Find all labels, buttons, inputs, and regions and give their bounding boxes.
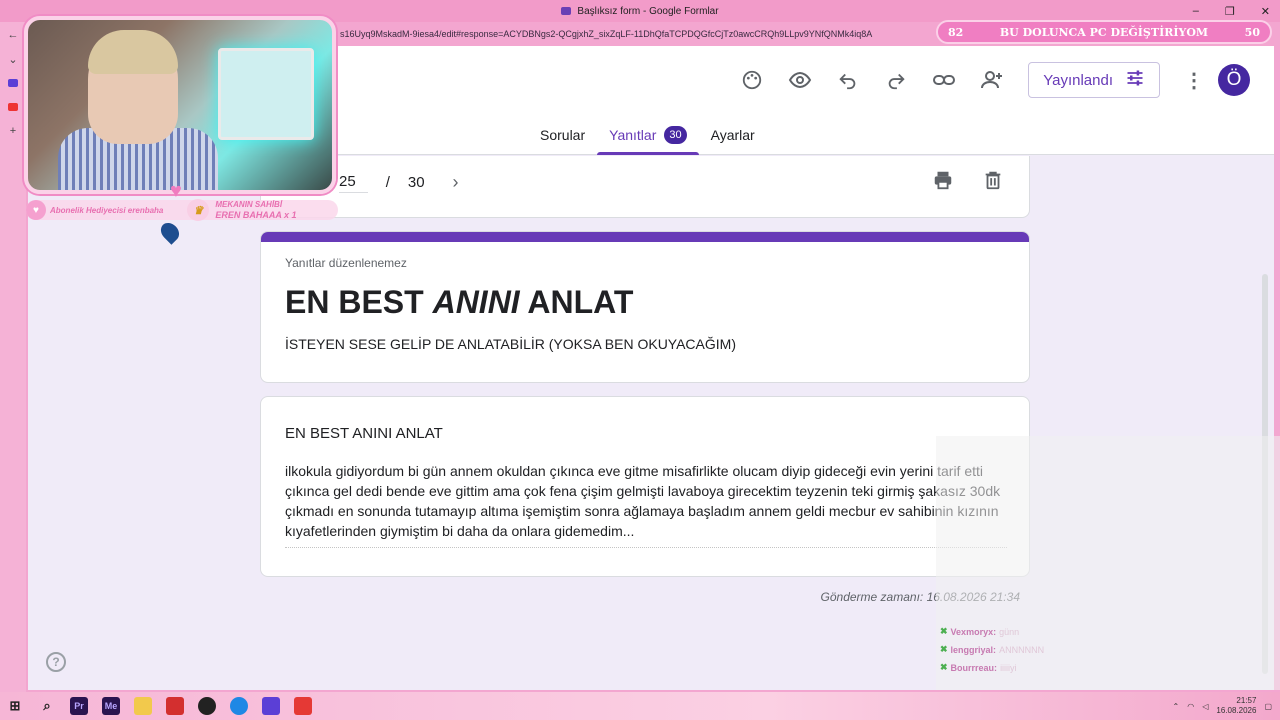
chat-user: Vexmoryx: [950, 626, 997, 637]
address-bar[interactable]: s16Uyq9MskadM-9iesa4/edit#response=ACYDB… [336, 24, 936, 44]
file-explorer-icon[interactable] [134, 697, 152, 715]
publish-button[interactable]: Yayınlandı [1028, 62, 1160, 98]
goal-text: BU DOLUNCA PC DEĞİŞTİRİYOM [999, 25, 1209, 39]
clock[interactable]: 21:57 16.08.2026 [1216, 696, 1256, 716]
notification-icon[interactable]: ▢ [1264, 702, 1272, 711]
palette-icon[interactable] [740, 68, 764, 92]
more-options-icon[interactable]: ⋮ [1184, 68, 1204, 93]
print-icon[interactable] [931, 168, 955, 192]
responses-locked-note: Yanıtlar düzenlenemez [285, 256, 407, 270]
current-response-input[interactable]: 25 [339, 173, 368, 193]
redo-icon[interactable] [884, 68, 908, 92]
total-responses: 30 [407, 174, 425, 191]
answer-card: EN BEST ANINI ANLAT ilkokula gidiyordum … [260, 396, 1030, 577]
form-title-part: ANLAT [519, 284, 634, 320]
goal-left-value: 82 [948, 25, 964, 39]
streamer-hair-image [88, 30, 178, 74]
owner-name: EREN BAHAAA x 1 [215, 210, 297, 220]
form-title-part: EN BEST [285, 284, 433, 320]
form-title-card: Yanıtlar düzenlenemez EN BEST ANINI ANLA… [260, 231, 1030, 383]
chat-message: ✖ Vexmoryx: günn [940, 626, 1019, 637]
app-icon-red-2[interactable] [294, 697, 312, 715]
chat-user: Bourrreau: [950, 662, 998, 673]
tab-label: Ayarlar [710, 127, 755, 143]
tab-questions[interactable]: Sorular [528, 118, 597, 155]
question-title: EN BEST ANINI ANLAT [285, 425, 443, 442]
chat-message: ✖ lenggriyal: ANNNNNN [940, 644, 1044, 655]
chat-overlay: ✖ Vexmoryx: günn ✖ lenggriyal: ANNNNNN ✖… [936, 436, 1280, 690]
time: 21:57 [1236, 696, 1257, 705]
date: 16.08.2026 [1216, 706, 1257, 715]
chat-text: günn [999, 626, 1020, 637]
preview-eye-icon[interactable] [788, 68, 812, 92]
publish-label: Yayınlandı [1043, 71, 1113, 89]
next-response-chevron-icon[interactable]: › [453, 172, 459, 193]
accent-bar [261, 232, 1029, 242]
navigator-separator: / [385, 174, 390, 191]
sliders-icon [1125, 68, 1145, 92]
maximize-button[interactable]: ❐ [1225, 5, 1235, 18]
obs-app-icon[interactable] [198, 697, 216, 715]
response-navigator: 25 / 30 › [260, 156, 1030, 218]
form-title: EN BEST ANINI ANLAT [285, 284, 633, 321]
goal-bar: 82 BU DOLUNCA PC DEĞİŞTİRİYOM 50 [936, 20, 1272, 44]
tab-label: Sorular [540, 127, 586, 143]
minimize-button[interactable]: – [1193, 5, 1199, 17]
form-title-italic: ANINI [432, 284, 520, 320]
tab-label: Yanıtlar [609, 127, 657, 143]
windows-start-icon[interactable]: ⊞ [6, 697, 24, 715]
wifi-icon[interactable]: ◠ [1187, 702, 1194, 711]
media-encoder-app-icon[interactable]: Me [102, 697, 120, 715]
search-icon[interactable]: ⌕ [38, 697, 56, 715]
chat-message: ✖ Bourrreau: iiiiiyi [940, 662, 1017, 673]
chat-text: iiiiiyi [1000, 662, 1017, 673]
app-icon-red[interactable] [166, 697, 184, 715]
browser-sidebar: ← ⌄ + [0, 22, 26, 692]
edge-browser-icon[interactable] [230, 697, 248, 715]
window-title: Başlıksız form - Google Formlar [577, 5, 719, 17]
youtube-tab-icon[interactable] [6, 100, 20, 114]
undo-icon[interactable] [836, 68, 860, 92]
forms-favicon-icon [561, 7, 572, 15]
back-arrow-icon[interactable]: ← [6, 28, 20, 42]
forms-app-icon[interactable] [262, 697, 280, 715]
link-icon[interactable] [932, 68, 956, 92]
responses-count-badge: 30 [664, 126, 687, 144]
chat-text: ANNNNNN [999, 644, 1045, 655]
heart-badge-icon: ♥ [26, 200, 46, 220]
forms-tabs: Sorular Yanıtlar 30 Ayarlar [528, 118, 767, 155]
help-icon[interactable]: ? [46, 652, 66, 672]
form-description: İSTEYEN SESE GELİP DE ANLATABİLİR (YOKSA… [285, 336, 736, 352]
crown-icon: ♛ [187, 199, 210, 221]
forms-tab-icon[interactable] [6, 76, 20, 90]
system-tray: ⌃ ◠ ◁ 21:57 16.08.2026 ▢ [1173, 692, 1272, 720]
sub-gift-text: Abonelik Hediyecisi erenbaha [50, 205, 164, 215]
owner-label: MEKANIN SAHİBİ [215, 200, 283, 209]
chat-badge-icon: ✖ [940, 662, 948, 672]
close-button[interactable]: ✕ [1261, 5, 1270, 18]
add-collaborator-icon[interactable] [980, 68, 1004, 92]
avatar[interactable]: Ö [1218, 64, 1250, 96]
goal-right-value: 50 [1244, 25, 1260, 39]
tab-settings[interactable]: Ayarlar [699, 118, 767, 155]
premiere-app-icon[interactable]: Pr [70, 697, 88, 715]
webcam-overlay [24, 16, 336, 194]
gaming-pc-image [218, 48, 314, 140]
trash-icon[interactable] [981, 168, 1005, 192]
chevron-down-icon[interactable]: ⌄ [6, 52, 20, 66]
new-tab-icon[interactable]: + [6, 124, 20, 138]
chat-user: lenggriyal: [950, 644, 997, 655]
taskbar: ⊞ ⌕ Pr Me ⌃ ◠ ◁ 21:57 16.08.2026 ▢ [0, 692, 1280, 720]
volume-icon[interactable]: ◁ [1202, 702, 1208, 711]
chat-badge-icon: ✖ [940, 644, 948, 654]
subscriber-banner: ♥ Abonelik Hediyecisi erenbaha ♛ MEKANIN… [26, 199, 338, 221]
answer-text: ilkokula gidiyordum bi gün annem okuldan… [285, 461, 1007, 548]
tab-responses[interactable]: Yanıtlar 30 [597, 118, 700, 155]
chevron-up-icon[interactable]: ⌃ [1173, 702, 1180, 711]
chat-badge-icon: ✖ [940, 626, 948, 636]
forms-toolbar: Yayınlandı ⋮ Ö [740, 62, 1250, 98]
